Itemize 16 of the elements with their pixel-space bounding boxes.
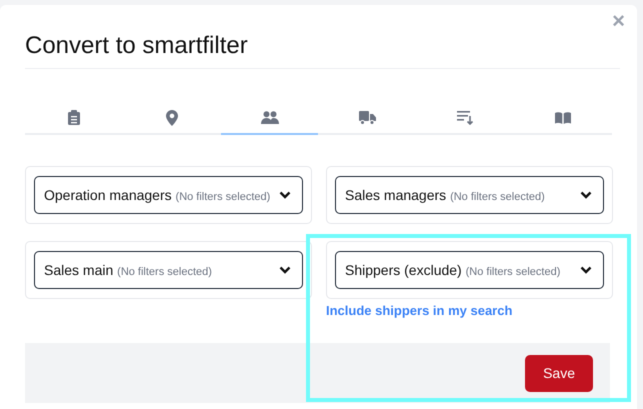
location-pin-icon: [166, 110, 178, 126]
sort-list-icon: [456, 110, 474, 124]
include-shippers-link[interactable]: Include shippers in my search: [326, 303, 512, 318]
chevron-down-icon: [580, 191, 592, 199]
people-icon: [260, 111, 279, 124]
filter-dropdown[interactable]: Sales managers (No filters selected): [335, 176, 604, 214]
filter-dropdown[interactable]: Sales main (No filters selected): [34, 251, 303, 289]
chevron-down-icon: [580, 266, 592, 274]
filter-dropdown[interactable]: Shippers (exclude) (No filters selected): [335, 251, 604, 289]
chevron-down-icon: [279, 191, 291, 199]
save-button[interactable]: Save: [525, 354, 593, 392]
truck-icon: [358, 110, 376, 124]
clipboard-icon: [68, 110, 80, 125]
chevron-down-icon: [279, 266, 291, 274]
filter-dropdown[interactable]: Operation managers (No filters selected): [34, 176, 303, 214]
book-icon: [555, 112, 572, 124]
